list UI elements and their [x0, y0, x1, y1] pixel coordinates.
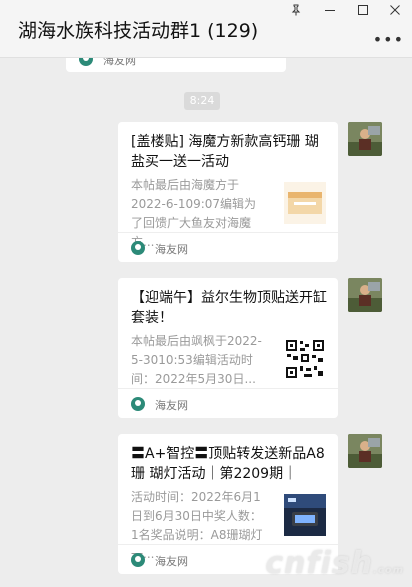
source-icon: [131, 397, 145, 411]
avatar[interactable]: [348, 122, 382, 156]
card-footer: 海友网: [118, 232, 338, 262]
more-icon[interactable]: •••: [373, 30, 404, 49]
close-icon[interactable]: [385, 2, 405, 18]
chat-area[interactable]: 海友网 8:24 [盖楼贴] 海魔方新款高钙珊 瑚盐买一送一活动 本帖最后由海魔…: [0, 58, 412, 587]
coral-lamp-thumbnail: [284, 494, 326, 536]
watermark-suffix: .com: [372, 565, 404, 576]
maximize-icon[interactable]: [353, 2, 373, 18]
watermark-main: cnfish: [265, 546, 373, 581]
site-watermark: cnfish.com: [265, 546, 404, 581]
card-title: 【迎端午】益尔生物顶贴送开缸套装！: [131, 290, 327, 326]
link-card-message[interactable]: [盖楼贴] 海魔方新款高钙珊 瑚盐买一送一活动 本帖最后由海魔方于2022-6-…: [118, 122, 338, 262]
source-name: 海友网: [155, 399, 188, 412]
card-footer: 海友网: [118, 388, 338, 418]
partial-message-card[interactable]: 海友网: [66, 58, 286, 72]
avatar[interactable]: [348, 278, 382, 312]
source-icon: [79, 58, 93, 66]
time-divider: 8:24: [184, 92, 220, 110]
chat-title: 湖海水族科技活动群1 (129): [18, 20, 259, 42]
title-bar: 湖海水族科技活动群1 (129) •••: [0, 0, 412, 58]
card-title: 〓A+智控〓顶贴转发送新品A8 珊 瑚灯活动｜第2209期｜: [131, 446, 325, 482]
link-card-message[interactable]: 【迎端午】益尔生物顶贴送开缸套装！ 本帖最后由飒枫于2022-5-3010:53…: [118, 278, 338, 418]
card-description: 本帖最后由飒枫于2022-5-3010:53编辑活动时间：2022年5月30日.…: [131, 334, 262, 386]
avatar[interactable]: [348, 434, 382, 468]
card-title: [盖楼贴] 海魔方新款高钙珊 瑚盐买一送一活动: [131, 134, 319, 170]
source-name: 海友网: [103, 58, 136, 67]
source-name: 海友网: [155, 243, 188, 256]
source-icon: [131, 553, 145, 567]
source-icon: [131, 241, 145, 255]
pin-icon[interactable]: [286, 2, 306, 18]
qr-code-thumbnail: [284, 338, 326, 380]
product-box-thumbnail: [284, 182, 326, 224]
minimize-icon[interactable]: [320, 2, 340, 18]
source-name: 海友网: [155, 555, 188, 568]
